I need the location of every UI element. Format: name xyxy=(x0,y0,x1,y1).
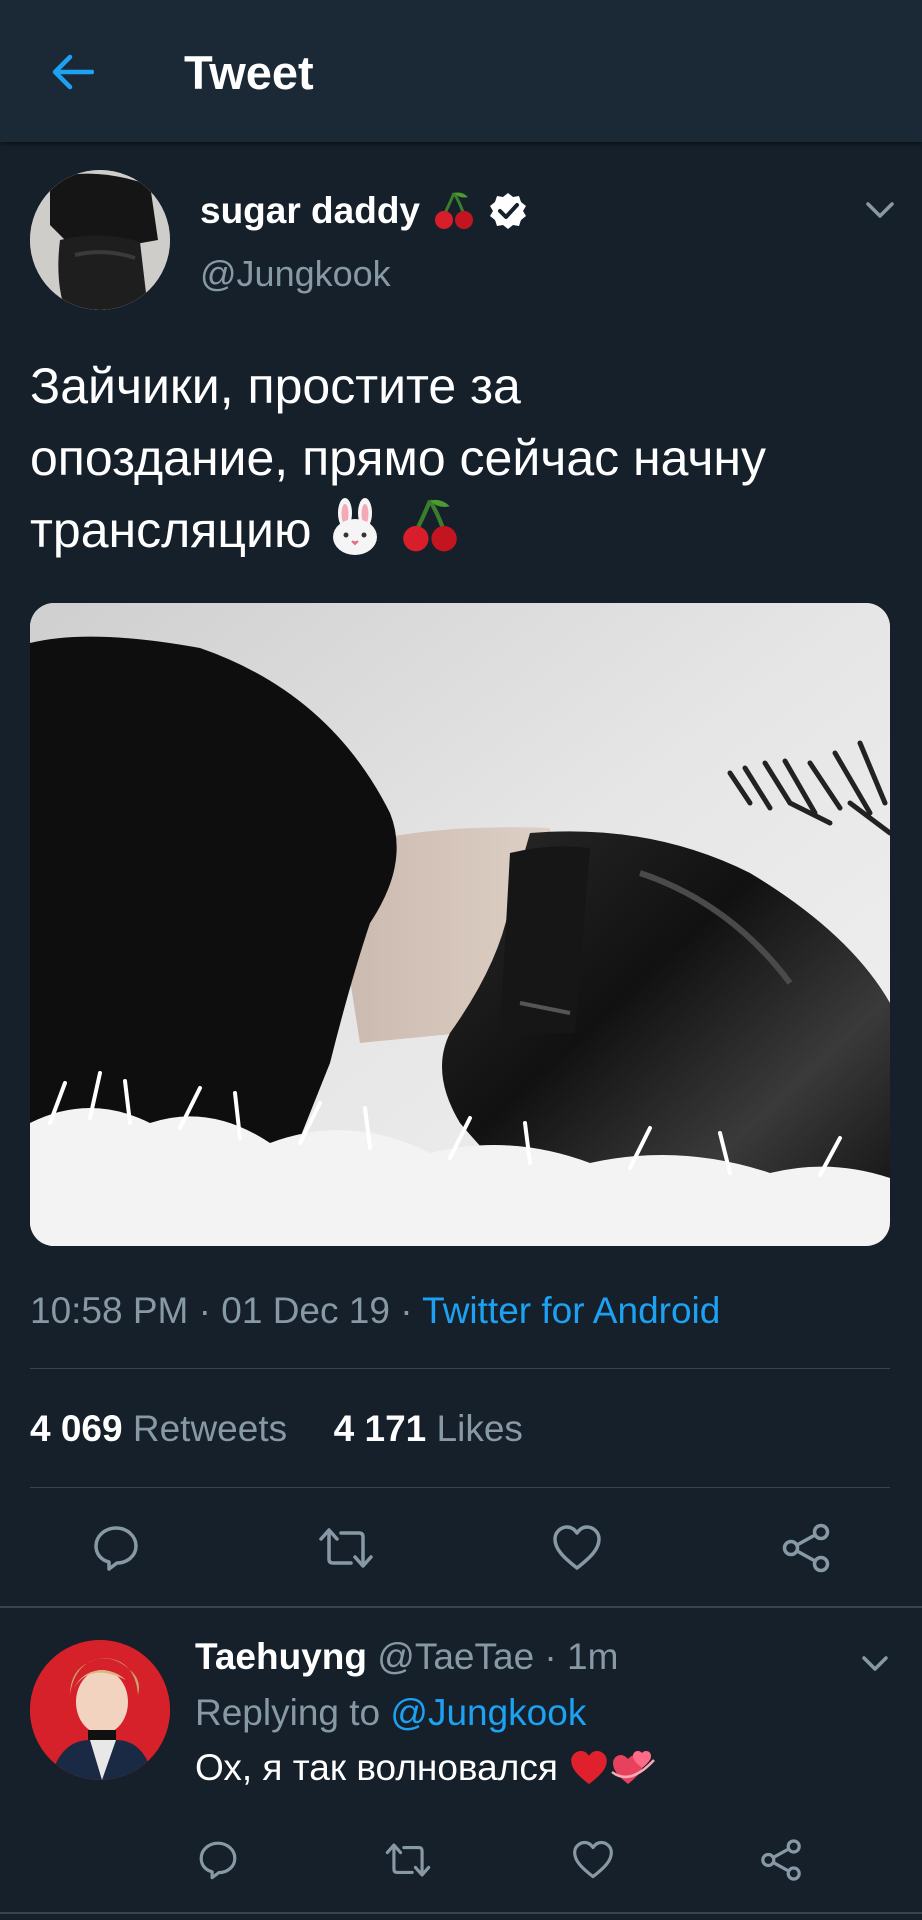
reply-handle-time: @TaeTae · 1m xyxy=(377,1636,619,1677)
share-icon xyxy=(761,1839,801,1881)
reply-author-name[interactable]: Taehuyng xyxy=(195,1636,367,1677)
photo-image xyxy=(30,603,890,1246)
cherry-icon xyxy=(399,495,461,576)
reply-text-content: Ох, я так волновался xyxy=(195,1747,558,1788)
tweet-text: Зайчики, простите за опоздание, прямо се… xyxy=(30,350,900,576)
retweets-stat[interactable]: 4 069 Retweets xyxy=(30,1408,287,1449)
tweet-text-line: трансляцию xyxy=(30,494,900,576)
avatar-image xyxy=(30,1640,170,1780)
like-button[interactable] xyxy=(549,1520,605,1576)
tweet-meta: 10:58 PM · 01 Dec 19 · Twitter for Andro… xyxy=(30,1290,720,1332)
likes-stat[interactable]: 4 171 Likes xyxy=(334,1408,523,1449)
share-button[interactable] xyxy=(778,1520,834,1576)
author-avatar[interactable] xyxy=(30,170,170,310)
retweet-icon xyxy=(385,1843,431,1877)
page-title: Tweet xyxy=(184,46,314,99)
meta-separator: · xyxy=(389,1290,423,1331)
divider xyxy=(0,1912,922,1914)
reply-reply-button[interactable] xyxy=(194,1836,242,1884)
avatar-image xyxy=(30,170,170,310)
likes-label: Likes xyxy=(436,1408,523,1449)
reply-author-avatar[interactable] xyxy=(30,1640,170,1780)
like-icon xyxy=(553,1525,601,1570)
red-heart-icon xyxy=(568,1748,610,1797)
rabbit-face-icon xyxy=(325,497,385,576)
reply-retweet-button[interactable] xyxy=(382,1836,434,1884)
meta-separator: · xyxy=(188,1290,222,1331)
reply-header: Taehuyng @TaeTae · 1m xyxy=(195,1636,618,1678)
cherry-icon xyxy=(435,192,473,229)
tweet-source-link[interactable]: Twitter for Android xyxy=(422,1290,720,1331)
reply-icon xyxy=(199,1841,237,1880)
divider xyxy=(30,1368,890,1369)
retweets-count: 4 069 xyxy=(30,1408,123,1449)
chevron-down-icon[interactable] xyxy=(862,196,898,224)
chevron-down-icon[interactable] xyxy=(858,1650,892,1676)
back-arrow-icon xyxy=(52,54,94,90)
tweet-stats: 4 069 Retweets 4 171 Likes xyxy=(30,1408,523,1450)
likes-count: 4 171 xyxy=(333,1408,427,1449)
tweet-date: 01 Dec 19 xyxy=(221,1290,390,1331)
author-handle[interactable]: @Jungkook xyxy=(200,253,391,295)
replying-to: Replying to @Jungkook xyxy=(195,1692,586,1734)
tweet-text-line-content: трансляцию xyxy=(30,502,312,558)
replying-mention-link[interactable]: @Jungkook xyxy=(390,1692,586,1733)
reply-icon xyxy=(94,1526,138,1571)
retweets-label: Retweets xyxy=(132,1408,288,1449)
top-app-bar: Tweet xyxy=(0,0,922,142)
tweet-text-line: Зайчики, простите за xyxy=(30,358,521,414)
divider xyxy=(30,1487,890,1488)
retweet-button[interactable] xyxy=(316,1520,376,1576)
replying-prefix: Replying to xyxy=(195,1692,381,1733)
back-button[interactable] xyxy=(44,44,100,100)
reply-button[interactable] xyxy=(88,1520,144,1576)
verified-badge-icon xyxy=(490,193,526,229)
author-name[interactable]: sugar daddy xyxy=(200,190,420,232)
author-name-row: sugar daddy xyxy=(200,189,528,233)
reply-share-button[interactable] xyxy=(757,1836,805,1884)
share-icon xyxy=(782,1523,830,1573)
reply-like-button[interactable] xyxy=(569,1836,617,1884)
retweet-icon xyxy=(319,1528,373,1568)
tweet-time: 10:58 PM xyxy=(30,1290,189,1331)
revolving-hearts-icon xyxy=(610,1746,656,1797)
reply-text: Ох, я так волновался xyxy=(195,1746,656,1797)
like-icon xyxy=(573,1840,613,1879)
tweet-text-line: опоздание, прямо сейчас начну xyxy=(30,430,767,486)
tweet-media-photo[interactable] xyxy=(30,603,890,1246)
divider xyxy=(0,1606,922,1608)
